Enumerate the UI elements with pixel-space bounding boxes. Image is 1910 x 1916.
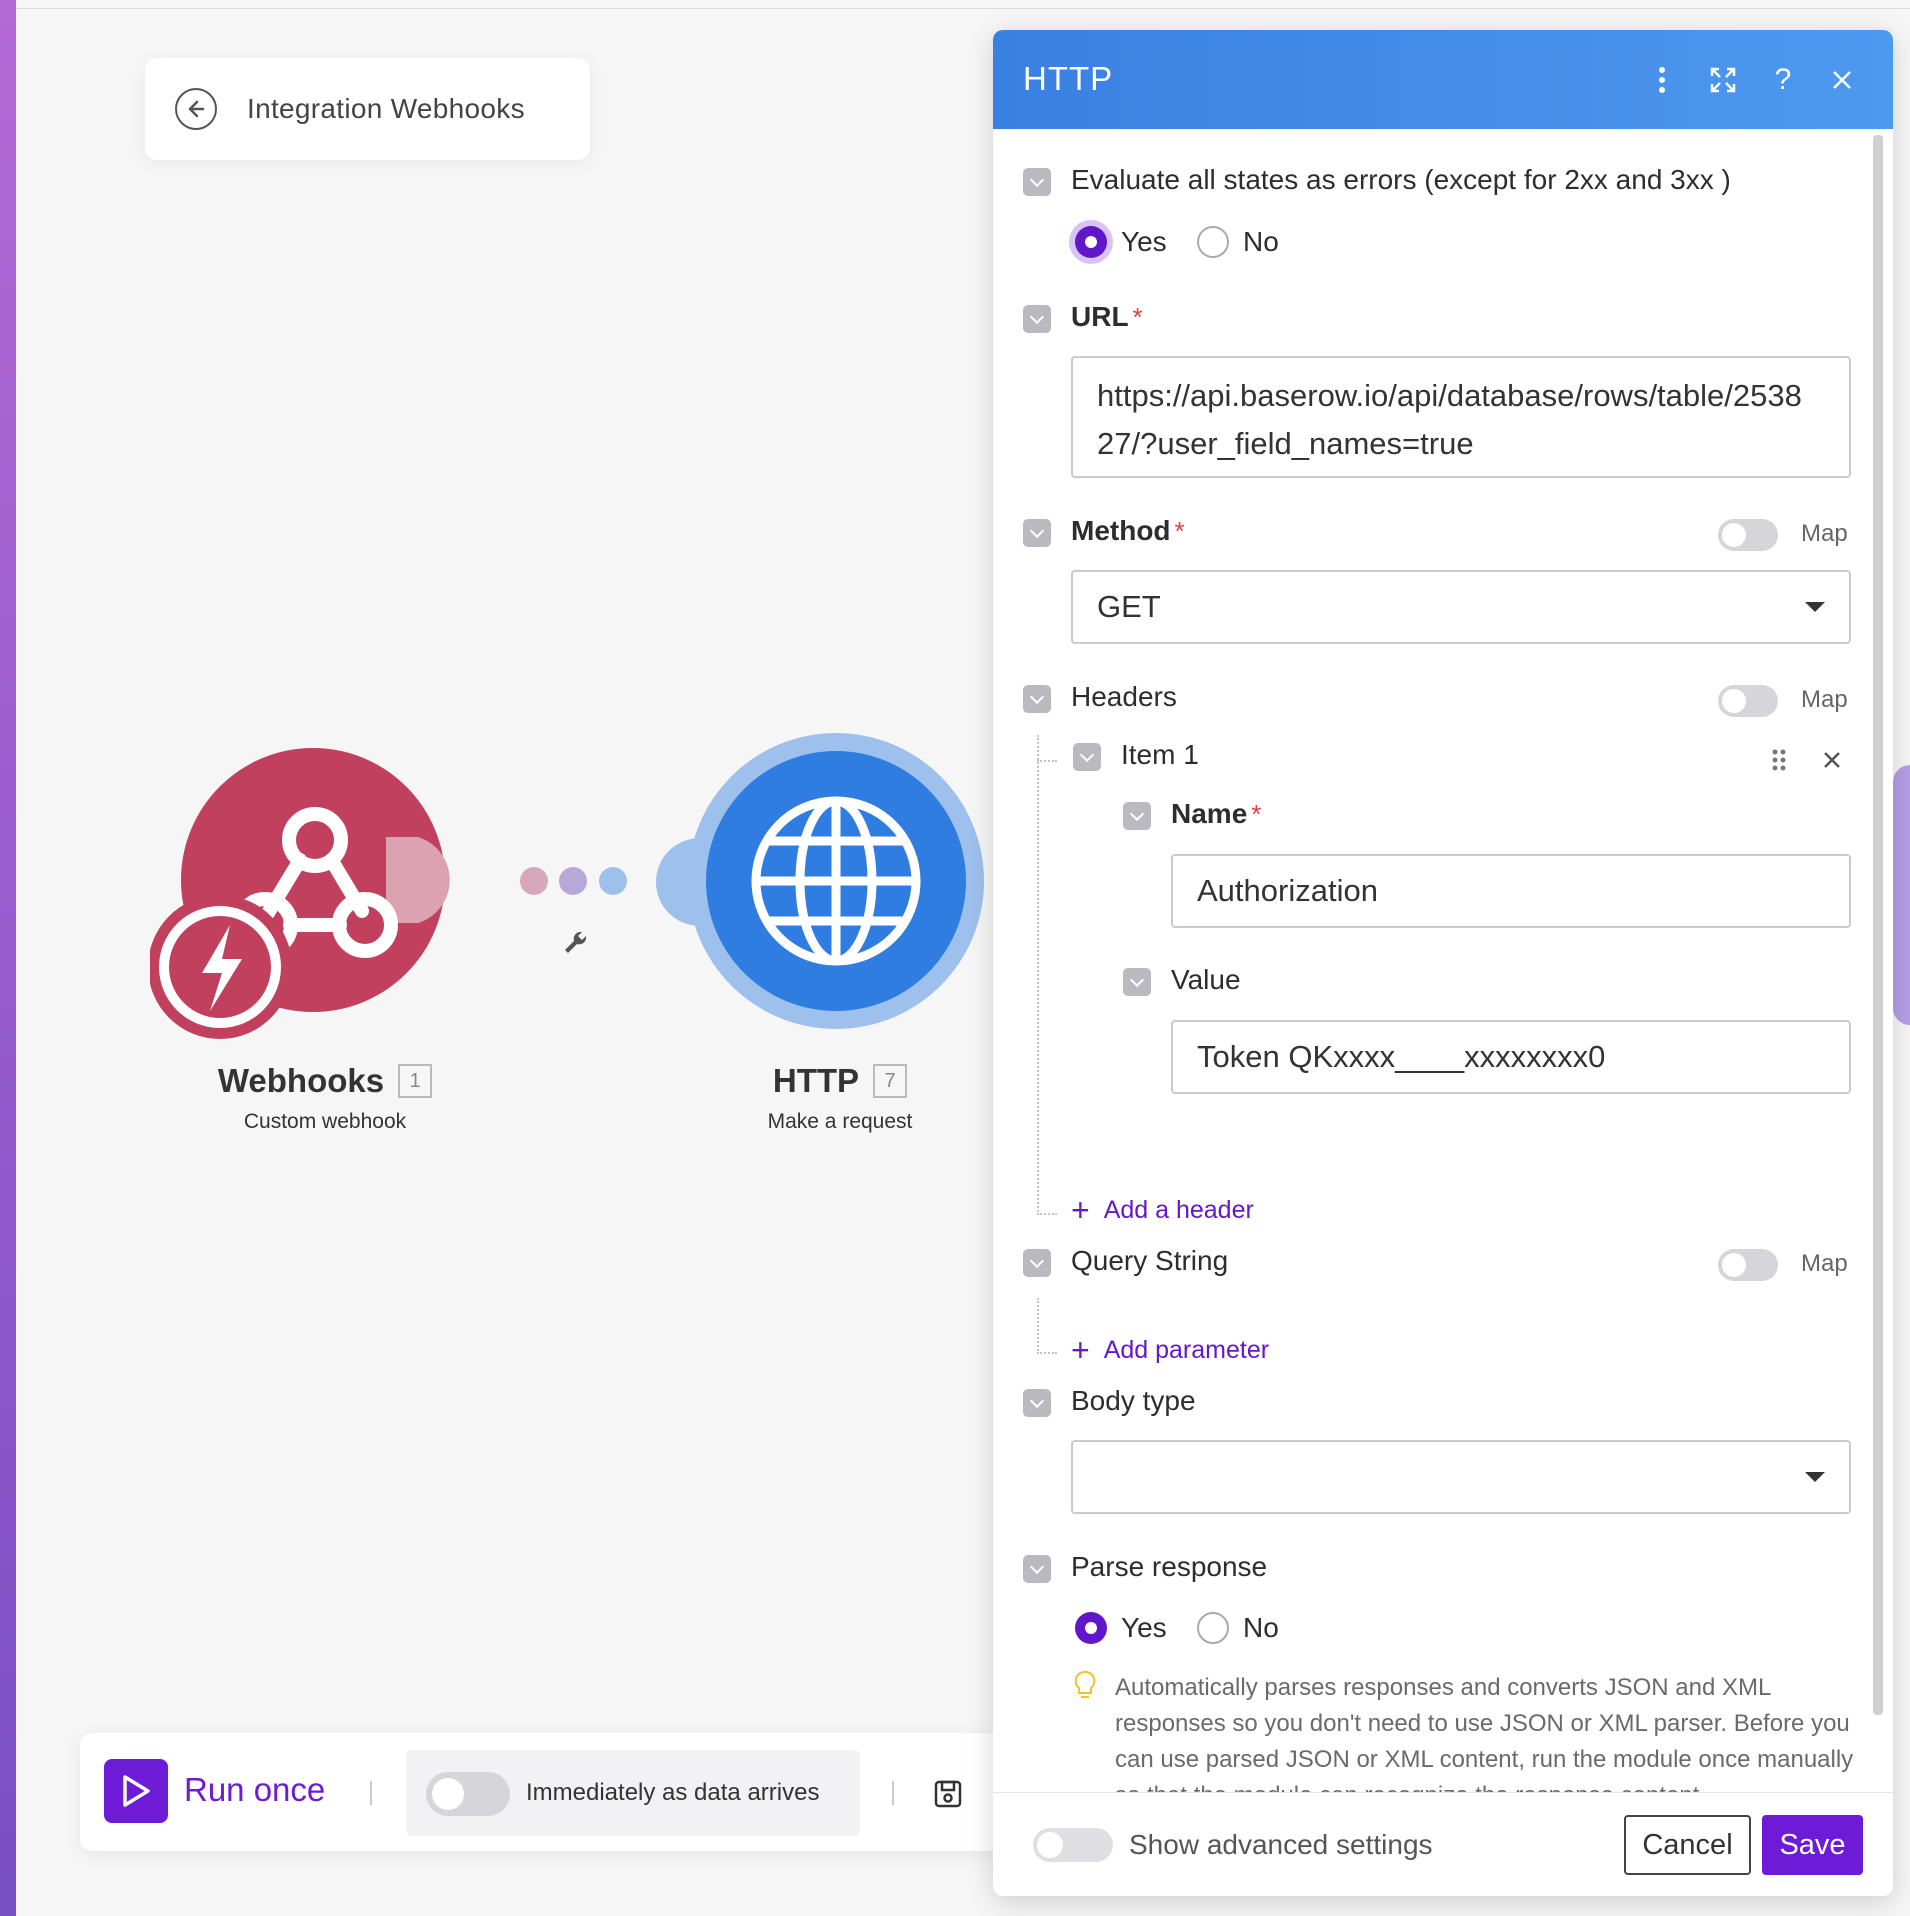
parse-response-yes-radio[interactable] — [1075, 1612, 1107, 1644]
headers-tree-line — [1037, 735, 1039, 1215]
body-type-checkbox[interactable] — [1023, 1389, 1051, 1417]
evaluate-errors-no-radio[interactable] — [1197, 226, 1229, 258]
query-string-map-label: Map — [1801, 1250, 1848, 1277]
wrench-icon[interactable] — [560, 928, 590, 958]
webhooks-module-icon[interactable] — [150, 745, 510, 1045]
module-name: Webhooks — [217, 1062, 385, 1099]
headers-map-label: Map — [1801, 686, 1848, 713]
header-name-checkbox[interactable] — [1123, 802, 1151, 830]
method-select[interactable]: GET — [1071, 570, 1851, 644]
parse-response-label: Parse response — [1071, 1551, 1268, 1582]
method-map-label: Map — [1801, 520, 1848, 547]
method-label: Method * — [1071, 515, 1185, 546]
cancel-button[interactable]: Cancel — [1624, 1815, 1751, 1875]
query-string-checkbox[interactable] — [1023, 1249, 1051, 1277]
play-icon — [123, 1775, 150, 1807]
run-once-button[interactable] — [104, 1759, 168, 1823]
body-type-select[interactable] — [1071, 1440, 1851, 1514]
headers-tree-branch — [1037, 760, 1057, 762]
query-string-map-toggle[interactable] — [1718, 1249, 1778, 1281]
evaluate-errors-no-label: No — [1243, 226, 1279, 257]
query-tree-line — [1037, 1298, 1039, 1354]
add-header-link[interactable]: + Add a header — [1071, 1194, 1254, 1226]
chevron-down-icon — [1805, 1472, 1825, 1482]
maximize-icon[interactable] — [1703, 60, 1743, 100]
header-value-label: Value — [1171, 964, 1241, 995]
scenario-toolbar: Run once Immediately as data arrives — [80, 1733, 1000, 1851]
method-map-toggle[interactable] — [1718, 519, 1778, 551]
panel-footer: Show advanced settings Cancel Save — [993, 1792, 1893, 1896]
headers-label: Headers — [1071, 681, 1177, 712]
http-settings-panel: HTTP ? Evaluate all states as errors (ex… — [993, 30, 1893, 1896]
drag-handle-icon[interactable] — [1771, 748, 1787, 772]
close-icon[interactable] — [1822, 60, 1862, 100]
url-checkbox[interactable] — [1023, 305, 1051, 333]
header-item-label: Item 1 — [1121, 739, 1199, 770]
advanced-settings-label: Show advanced settings — [1129, 1829, 1433, 1860]
body-type-label: Body type — [1071, 1385, 1196, 1416]
method-checkbox[interactable] — [1023, 519, 1051, 547]
http-module-label: HTTP 7 Make a request — [720, 1062, 960, 1134]
remove-item-icon[interactable] — [1822, 750, 1842, 770]
query-string-label: Query String — [1071, 1245, 1229, 1276]
schedule-toggle[interactable] — [426, 1772, 510, 1816]
url-label: URL * — [1071, 301, 1143, 332]
module-badge: 1 — [398, 1064, 433, 1098]
header-item-checkbox[interactable] — [1073, 743, 1101, 771]
connection-dots — [520, 867, 627, 895]
parse-response-yes-label: Yes — [1121, 1612, 1167, 1643]
add-parameter-label: Add parameter — [1103, 1335, 1270, 1364]
schedule-setting: Immediately as data arrives — [406, 1750, 860, 1836]
module-badge: 7 — [873, 1064, 908, 1098]
more-options-icon[interactable] — [1642, 60, 1682, 100]
add-header-label: Add a header — [1103, 1195, 1254, 1224]
back-arrow-icon[interactable] — [175, 88, 217, 130]
http-module-icon[interactable] — [650, 733, 995, 1033]
save-icon[interactable] — [933, 1779, 963, 1809]
method-value: GET — [1097, 589, 1161, 624]
top-divider — [16, 8, 1910, 9]
panel-scrollbar[interactable] — [1873, 135, 1883, 1715]
headers-tree-branch — [1037, 1213, 1057, 1215]
parse-response-no-radio[interactable] — [1197, 1612, 1229, 1644]
advanced-settings-toggle[interactable] — [1033, 1828, 1113, 1862]
chevron-down-icon — [1805, 602, 1825, 612]
evaluate-errors-yes-label: Yes — [1121, 226, 1167, 257]
left-accent-strip — [0, 0, 16, 1916]
lightbulb-icon — [1074, 1670, 1096, 1698]
schedule-label: Immediately as data arrives — [526, 1779, 820, 1806]
headers-map-toggle[interactable] — [1718, 685, 1778, 717]
scenario-title: Integration Webhooks — [247, 93, 525, 124]
parse-response-checkbox[interactable] — [1023, 1555, 1051, 1583]
evaluate-errors-checkbox[interactable] — [1023, 168, 1051, 196]
evaluate-errors-label: Evaluate all states as errors (except fo… — [1071, 164, 1731, 195]
toolbar-separator — [370, 1781, 372, 1805]
module-name: HTTP — [772, 1062, 860, 1099]
help-icon[interactable]: ? — [1763, 60, 1803, 100]
module-subtitle: Make a request — [767, 1110, 913, 1133]
run-once-label[interactable]: Run once — [184, 1771, 325, 1809]
header-value-input[interactable]: Token QKxxxx____xxxxxxxx0 — [1171, 1020, 1851, 1094]
module-subtitle: Custom webhook — [243, 1110, 407, 1133]
header-name-input[interactable]: Authorization — [1171, 854, 1851, 928]
parse-response-no-label: No — [1243, 1612, 1279, 1643]
evaluate-errors-yes-radio[interactable] — [1075, 226, 1107, 258]
webhooks-module-label: Webhooks 1 Custom webhook — [200, 1062, 450, 1134]
plus-icon: + — [1071, 1332, 1090, 1368]
breadcrumb: Integration Webhooks — [145, 58, 590, 160]
save-button[interactable]: Save — [1762, 1815, 1863, 1875]
next-module-peek[interactable] — [1893, 765, 1910, 1025]
parse-response-hint: Automatically parses responses and conve… — [1115, 1674, 1854, 1792]
headers-checkbox[interactable] — [1023, 685, 1051, 713]
header-value-checkbox[interactable] — [1123, 968, 1151, 996]
header-name-label: Name * — [1171, 798, 1262, 829]
plus-icon: + — [1071, 1192, 1090, 1228]
query-tree-branch — [1037, 1352, 1057, 1354]
add-parameter-link[interactable]: + Add parameter — [1071, 1334, 1269, 1366]
url-input[interactable]: https://api.baserow.io/api/database/rows… — [1071, 356, 1851, 478]
panel-title: HTTP — [1023, 60, 1114, 97]
toolbar-separator — [892, 1781, 894, 1805]
panel-header: HTTP ? — [993, 30, 1893, 129]
